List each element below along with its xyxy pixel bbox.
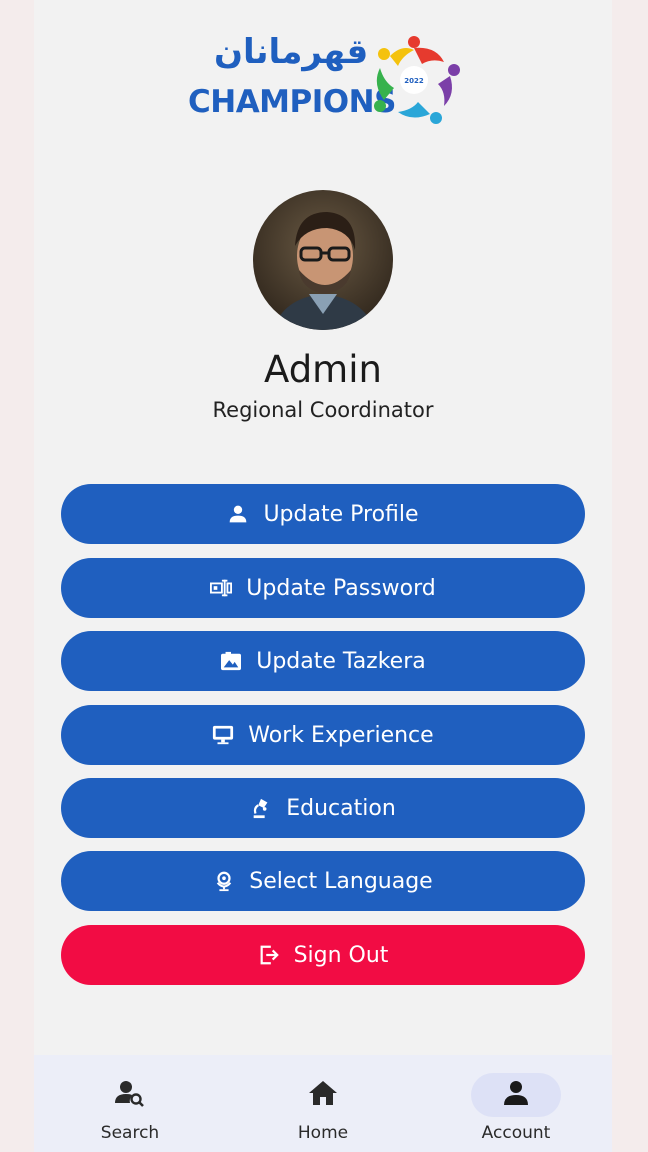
logo-arabic-text: قهرمانان <box>214 32 369 72</box>
profile-role: Regional Coordinator <box>212 398 434 422</box>
select-language-button[interactable]: Select Language <box>61 851 585 911</box>
nav-search-pill <box>85 1073 175 1117</box>
nav-home-pill <box>278 1073 368 1117</box>
person-icon <box>227 503 249 525</box>
avatar[interactable] <box>253 190 393 330</box>
app-screen: قهرمانان CHAMPIONS 2022 Admin Regional C… <box>34 0 612 1152</box>
update-tazkera-button[interactable]: Update Tazkera <box>61 631 585 691</box>
person-search-icon <box>115 1079 145 1111</box>
lamp-icon <box>250 797 272 819</box>
emblem-year: 2022 <box>404 77 424 85</box>
champions-logo: قهرمانان CHAMPIONS 2022 <box>184 32 464 124</box>
home-icon <box>308 1079 338 1111</box>
nav-home-label: Home <box>297 1123 349 1143</box>
avatar-photo <box>253 190 393 330</box>
sign-out-label: Sign Out <box>293 942 389 968</box>
update-profile-button[interactable]: Update Profile <box>61 484 585 544</box>
update-password-label: Update Password <box>246 575 436 601</box>
nav-item-home[interactable]: Home <box>227 1055 419 1152</box>
monitor-icon <box>212 724 234 746</box>
education-label: Education <box>286 795 396 821</box>
profile-name: Admin <box>264 348 382 391</box>
nav-account-label: Account <box>481 1123 551 1143</box>
nav-item-account[interactable]: Account <box>420 1055 612 1152</box>
champions-emblem-icon: 2022 <box>374 36 460 124</box>
work-experience-label: Work Experience <box>248 722 434 748</box>
update-tazkera-label: Update Tazkera <box>256 648 426 674</box>
password-icon <box>210 577 233 599</box>
image-icon <box>220 650 242 672</box>
nav-account-pill <box>471 1073 561 1117</box>
logo-name-text: CHAMPIONS <box>188 84 396 120</box>
update-password-button[interactable]: Update Password <box>61 558 585 618</box>
work-experience-button[interactable]: Work Experience <box>61 705 585 765</box>
logout-icon <box>258 944 280 966</box>
sign-out-button[interactable]: Sign Out <box>61 925 585 985</box>
education-button[interactable]: Education <box>61 778 585 838</box>
bottom-nav: Search Home Account <box>34 1055 612 1152</box>
nav-item-search[interactable]: Search <box>34 1055 226 1152</box>
globe-icon <box>213 870 235 892</box>
nav-search-label: Search <box>100 1123 160 1143</box>
account-icon <box>503 1080 529 1110</box>
select-language-label: Select Language <box>249 868 433 894</box>
update-profile-label: Update Profile <box>263 501 419 527</box>
